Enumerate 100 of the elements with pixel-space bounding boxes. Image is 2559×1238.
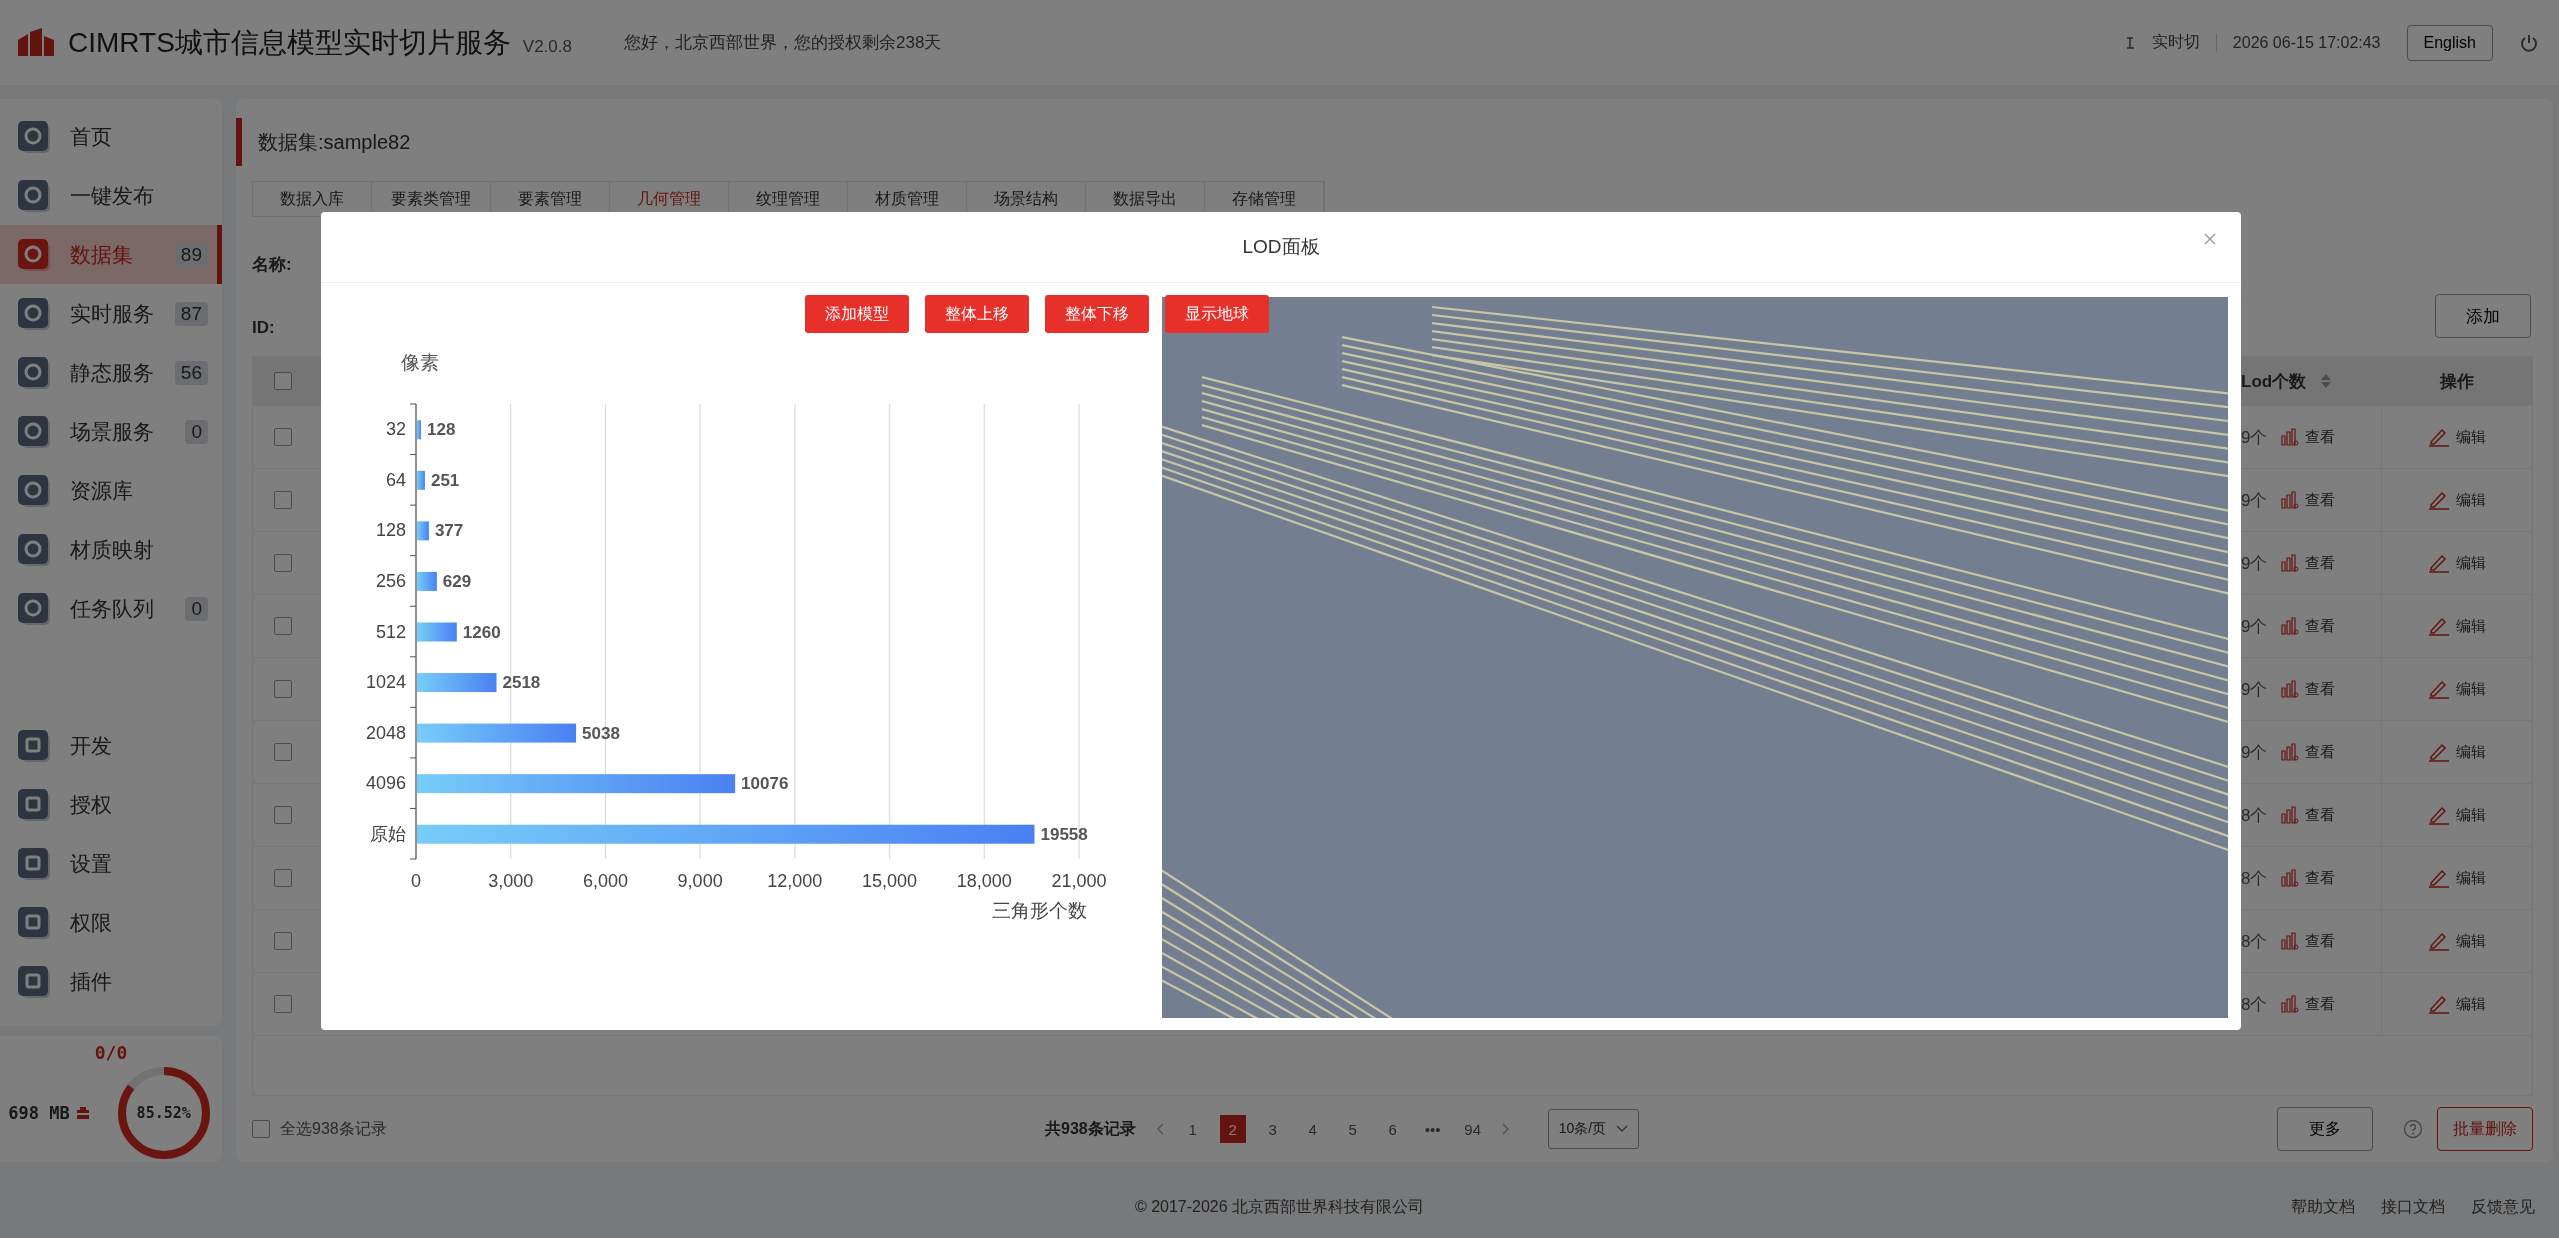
sidebar-item[interactable]: 权限 bbox=[0, 893, 222, 952]
x-tick-label: 9,000 bbox=[677, 871, 723, 891]
edit-link[interactable]: 编辑 bbox=[2428, 994, 2486, 1014]
view-link[interactable]: 查看 bbox=[2281, 679, 2336, 699]
add-button[interactable]: 添加 bbox=[2435, 294, 2531, 338]
edit-link[interactable]: 编辑 bbox=[2428, 742, 2486, 762]
page-size-select[interactable]: 10条/页 bbox=[1547, 1109, 1640, 1149]
edit-link[interactable]: 编辑 bbox=[2428, 868, 2486, 888]
sidebar-item[interactable]: 材质映射 bbox=[0, 520, 222, 579]
page-button[interactable]: 1 bbox=[1179, 1115, 1206, 1143]
page-button[interactable]: 4 bbox=[1299, 1115, 1326, 1143]
next-page-icon[interactable] bbox=[1499, 1122, 1510, 1136]
checkbox[interactable] bbox=[274, 743, 292, 761]
sidebar-item[interactable]: 实时服务 87 bbox=[0, 284, 222, 343]
edit-link[interactable]: 编辑 bbox=[2428, 427, 2486, 447]
sidebar-item[interactable]: 插件 bbox=[0, 952, 222, 1011]
edit-link[interactable]: 编辑 bbox=[2428, 805, 2486, 825]
sidebar-item[interactable]: 授权 bbox=[0, 775, 222, 834]
footer-link[interactable]: 接口文档 bbox=[2381, 1196, 2445, 1218]
view-link[interactable]: 查看 bbox=[2281, 490, 2336, 510]
edit-link[interactable]: 编辑 bbox=[2428, 553, 2486, 573]
table-cell-text: 8个 bbox=[2241, 993, 2268, 1016]
data-label: 629 bbox=[442, 571, 472, 591]
more-button[interactable]: 更多 bbox=[2277, 1107, 2373, 1151]
power-icon[interactable] bbox=[2519, 32, 2539, 53]
bar bbox=[417, 571, 437, 591]
pencil-icon bbox=[2428, 868, 2450, 888]
checkbox[interactable] bbox=[274, 995, 292, 1013]
mode-label: 实时切 bbox=[2151, 32, 2200, 52]
y-tick-label: 32 bbox=[385, 419, 406, 440]
x-tick-label: 3,000 bbox=[488, 871, 534, 891]
title-marker bbox=[236, 118, 242, 166]
sidebar-item[interactable]: 设置 bbox=[0, 834, 222, 893]
sidebar-item[interactable]: 首页 bbox=[0, 107, 222, 166]
help-icon[interactable] bbox=[2403, 1119, 2423, 1139]
footer-link[interactable]: 帮助文档 bbox=[2291, 1196, 2355, 1218]
checkbox[interactable] bbox=[274, 372, 292, 390]
page-button[interactable]: ••• bbox=[1419, 1115, 1446, 1143]
view-link[interactable]: 查看 bbox=[2281, 553, 2336, 573]
datetime-text: 2026 06-15 17:02:43 bbox=[2232, 33, 2381, 52]
sidebar-item[interactable]: 数据集 89 bbox=[0, 225, 222, 284]
checkbox[interactable] bbox=[274, 554, 292, 572]
count-badge: 56 bbox=[174, 360, 208, 385]
bar bbox=[417, 521, 429, 541]
view-link[interactable]: 查看 bbox=[2281, 427, 2336, 447]
pencil-icon bbox=[2428, 931, 2450, 951]
action-button[interactable]: 显示地球 bbox=[1165, 295, 1269, 333]
sidebar-item[interactable]: 一键发布 bbox=[0, 166, 222, 225]
bar-chart-icon bbox=[2281, 806, 2300, 824]
bar bbox=[417, 622, 457, 642]
previous-page-icon[interactable] bbox=[1155, 1122, 1166, 1136]
view-link[interactable]: 查看 bbox=[2281, 994, 2336, 1014]
view-link[interactable]: 查看 bbox=[2281, 931, 2336, 951]
table-cell-text: 9个 bbox=[2241, 678, 2268, 701]
action-button[interactable]: 添加模型 bbox=[805, 295, 909, 333]
checkbox[interactable] bbox=[274, 680, 292, 698]
sidebar-item[interactable]: 资源库 bbox=[0, 461, 222, 520]
language-button[interactable]: English bbox=[2406, 24, 2493, 61]
checkbox[interactable] bbox=[274, 806, 292, 824]
action-button[interactable]: 整体上移 bbox=[925, 295, 1029, 333]
checkbox[interactable] bbox=[274, 617, 292, 635]
bar-chart-icon bbox=[2281, 869, 2300, 887]
view-link[interactable]: 查看 bbox=[2281, 868, 2336, 888]
sidebar-item[interactable]: 静态服务 56 bbox=[0, 343, 222, 402]
page-button[interactable]: 2 bbox=[1219, 1115, 1246, 1143]
x-tick-label: 0 bbox=[411, 871, 421, 891]
action-button[interactable]: 整体下移 bbox=[1045, 295, 1149, 333]
data-label: 251 bbox=[430, 470, 460, 490]
sidebar-item[interactable]: 场景服务 0 bbox=[0, 402, 222, 461]
page-button[interactable]: 3 bbox=[1259, 1115, 1286, 1143]
bar-chart-icon bbox=[2281, 554, 2300, 572]
select-all-checkbox[interactable]: 全选938条记录 bbox=[252, 1118, 1045, 1140]
edit-link[interactable]: 编辑 bbox=[2428, 616, 2486, 636]
view-link[interactable]: 查看 bbox=[2281, 805, 2336, 825]
view-link[interactable]: 查看 bbox=[2281, 616, 2336, 636]
table-cell-text: 9个 bbox=[2241, 426, 2268, 449]
footer-link[interactable]: 反馈意见 bbox=[2471, 1196, 2535, 1218]
checkbox[interactable] bbox=[274, 869, 292, 887]
edit-link[interactable]: 编辑 bbox=[2428, 679, 2486, 699]
sort-icon[interactable] bbox=[2320, 373, 2333, 389]
edit-link[interactable]: 编辑 bbox=[2428, 931, 2486, 951]
filter-label: 名称: bbox=[252, 254, 292, 276]
y-tick-label: 4096 bbox=[365, 773, 406, 794]
checkbox[interactable] bbox=[274, 932, 292, 950]
view-link[interactable]: 查看 bbox=[2281, 742, 2336, 762]
filter-label: ID: bbox=[252, 318, 276, 338]
batch-delete-button[interactable]: 批量删除 bbox=[2437, 1107, 2533, 1151]
page-button[interactable]: 94 bbox=[1459, 1115, 1486, 1143]
x-tick-label: 21,000 bbox=[1051, 871, 1107, 891]
copyright-text: © 2017-2026 北京西部世界科技有限公司 bbox=[1134, 1196, 1425, 1217]
close-icon[interactable] bbox=[2203, 232, 2217, 246]
edit-link[interactable]: 编辑 bbox=[2428, 490, 2486, 510]
data-label: 10076 bbox=[741, 774, 789, 794]
checkbox[interactable] bbox=[274, 428, 292, 446]
page-button[interactable]: 5 bbox=[1339, 1115, 1366, 1143]
data-label: 377 bbox=[434, 521, 464, 541]
sidebar-item[interactable]: 任务队列 0 bbox=[0, 579, 222, 638]
page-button[interactable]: 6 bbox=[1379, 1115, 1406, 1143]
checkbox[interactable] bbox=[274, 491, 292, 509]
sidebar-item[interactable]: 开发 bbox=[0, 716, 222, 775]
